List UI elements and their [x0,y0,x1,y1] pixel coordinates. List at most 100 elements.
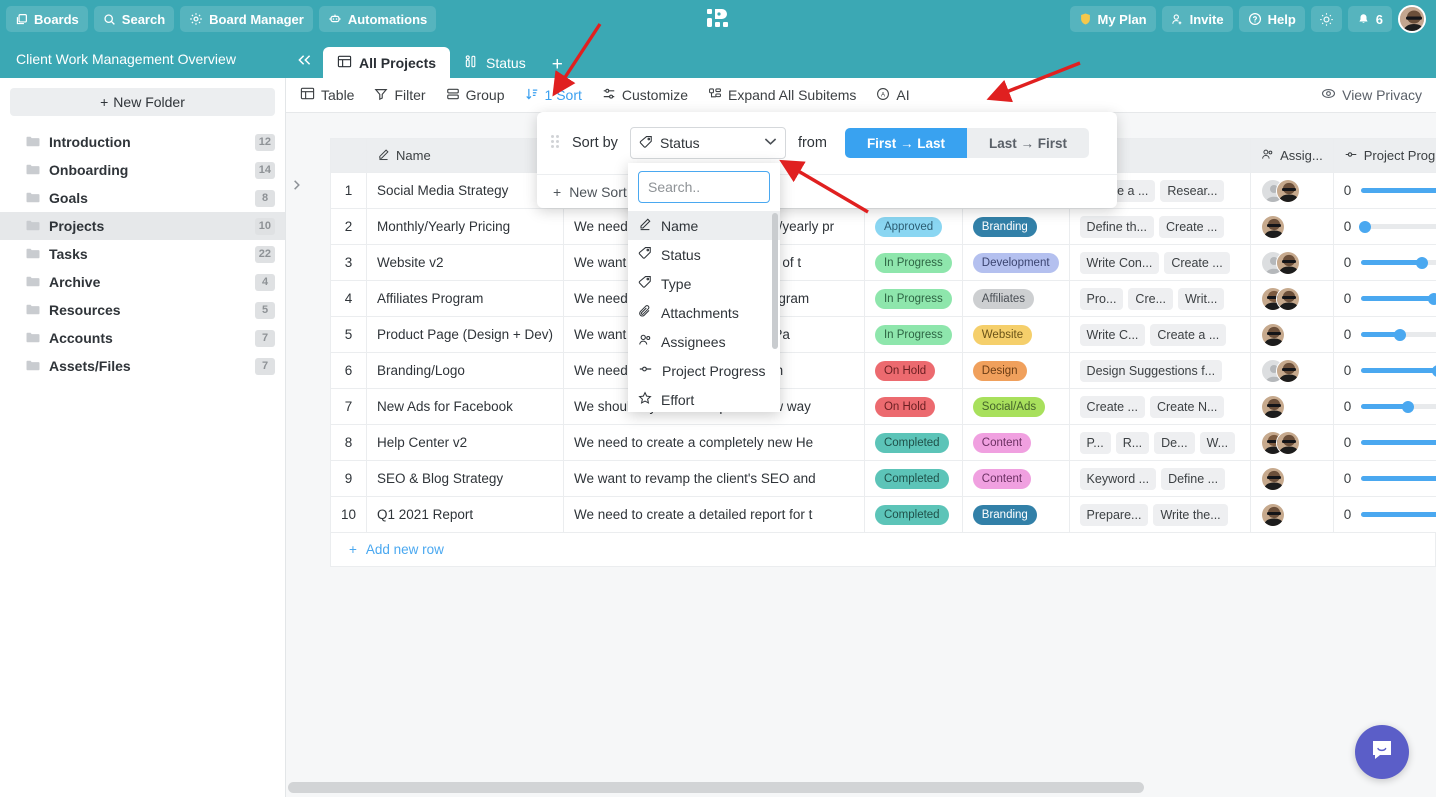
intercom-chat-button[interactable] [1355,725,1409,779]
subitem-chip[interactable]: Create ... [1079,395,1145,418]
subitem-chip[interactable]: R... [1115,431,1150,454]
row-assignees-cell[interactable] [1250,388,1334,425]
tool-customize[interactable]: Customize [602,87,688,104]
row-progress-cell[interactable]: 0 [1333,388,1436,425]
row-attachments-cell[interactable]: Create ... Create N... [1069,388,1252,425]
row-status-cell[interactable]: On Hold [864,352,963,389]
sidebar-item-accounts[interactable]: Accounts 7 [0,324,285,352]
view-privacy-button[interactable]: View Privacy [1321,86,1422,104]
avatar[interactable] [1276,250,1301,275]
progress-knob[interactable] [1358,220,1371,233]
row-status-cell[interactable]: Approved [864,208,963,245]
row-status-cell[interactable]: In Progress [864,244,963,281]
table-row[interactable]: 7 New Ads for Facebook We should try to … [330,388,1436,425]
avatar[interactable] [1276,358,1301,383]
subitem-chip[interactable]: Create N... [1149,395,1225,418]
row-assignees-cell[interactable] [1250,172,1334,209]
row-status-cell[interactable]: In Progress [864,280,963,317]
row-assignees-cell[interactable] [1250,424,1334,461]
column-header-name[interactable]: Name [366,138,564,173]
avatar[interactable] [1276,286,1301,311]
column-header-progress[interactable]: Project Progress [1333,138,1436,173]
row-name[interactable]: Branding/Logo [366,352,564,389]
tab-status[interactable]: Status [450,48,540,78]
row-name[interactable]: Website v2 [366,244,564,281]
sidebar-item-goals[interactable]: Goals 8 [0,184,285,212]
progress-slider[interactable] [1360,400,1436,413]
table-row[interactable]: 10 Q1 2021 Report We need to create a de… [330,496,1436,533]
row-progress-cell[interactable]: 0 [1333,172,1436,209]
progress-slider[interactable] [1360,256,1436,269]
tool-group[interactable]: Group [446,87,505,104]
row-name[interactable]: SEO & Blog Strategy [366,460,564,497]
row-attachments-cell[interactable]: Write Con... Create ... [1069,244,1252,281]
avatar[interactable] [1261,322,1286,347]
table-row[interactable]: 6 Branding/Logo We need to rebrand and c… [330,352,1436,389]
row-type-cell[interactable]: Content [962,424,1070,461]
sidebar-item-projects[interactable]: Projects 10 [0,212,285,240]
subitem-chip[interactable]: Resear... [1160,179,1225,202]
progress-slider[interactable] [1360,328,1436,341]
row-type-cell[interactable]: Branding [962,208,1070,245]
row-progress-cell[interactable]: 0 [1333,352,1436,389]
sidebar-item-tasks[interactable]: Tasks 22 [0,240,285,268]
table-row[interactable]: 9 SEO & Blog Strategy We want to revamp … [330,460,1436,497]
dropdown-item-status[interactable]: Status [628,240,780,269]
field-search-input[interactable]: Search.. [638,171,770,203]
search-button[interactable]: Search [93,6,175,32]
my-plan-button[interactable]: My Plan [1069,6,1156,32]
row-type-cell[interactable]: Website [962,316,1070,353]
row-name[interactable]: Product Page (Design + Dev) [366,316,564,353]
automations-button[interactable]: Automations [318,6,437,32]
subitem-chip[interactable]: Pro... [1079,287,1124,310]
progress-slider[interactable] [1358,220,1436,233]
user-avatar[interactable] [1398,5,1426,33]
sort-direction-last-first[interactable]: Last → First [967,128,1089,158]
avatar[interactable] [1276,178,1301,203]
column-header-assignees[interactable]: Assig... [1250,138,1334,173]
progress-knob[interactable] [1432,364,1436,377]
sidebar-item-onboarding[interactable]: Onboarding 14 [0,156,285,184]
row-type-cell[interactable]: Design [962,352,1070,389]
help-button[interactable]: Help [1238,6,1305,32]
row-name[interactable]: New Ads for Facebook [366,388,564,425]
subitem-chip[interactable]: Keyword ... [1079,467,1157,490]
sidebar-item-archive[interactable]: Archive 4 [0,268,285,296]
dropdown-scrollbar-thumb[interactable] [772,213,778,349]
new-sort-button[interactable]: + New Sort [537,174,1117,208]
row-status-cell[interactable]: Completed [864,460,963,497]
sidebar-item-assets-files[interactable]: Assets/Files 7 [0,352,285,380]
invite-button[interactable]: Invite [1161,6,1233,32]
progress-knob[interactable] [1402,400,1415,413]
row-description[interactable]: We need to create a completely new He [563,424,865,461]
progress-slider[interactable] [1360,188,1436,193]
tool-filter[interactable]: Filter [374,87,426,104]
avatar[interactable] [1261,502,1286,527]
table-row[interactable]: 2 Monthly/Yearly Pricing We need to deci… [330,208,1436,245]
subitem-chip[interactable]: Write C... [1079,323,1146,346]
subitem-chip[interactable]: Prepare... [1079,503,1149,526]
row-type-cell[interactable]: Development [962,244,1070,281]
row-attachments-cell[interactable]: Define th... Create ... [1069,208,1252,245]
avatar[interactable] [1276,430,1301,455]
subitem-chip[interactable]: Cre... [1128,287,1173,310]
row-name[interactable]: Monthly/Yearly Pricing [366,208,564,245]
dropdown-item-effort[interactable]: Effort [628,385,780,409]
row-assignees-cell[interactable] [1250,460,1334,497]
row-attachments-cell[interactable]: Design Suggestions f... [1069,352,1252,389]
row-type-cell[interactable]: Social/Ads [962,388,1070,425]
progress-knob[interactable] [1416,256,1429,269]
tool-ai[interactable]: A AI [876,87,910,104]
progress-knob[interactable] [1394,328,1407,341]
row-name[interactable]: Affiliates Program [366,280,564,317]
sort-direction-first-last[interactable]: First → Last [844,128,967,158]
row-name[interactable]: Help Center v2 [366,424,564,461]
subitem-chip[interactable]: Write Con... [1079,251,1160,274]
row-assignees-cell[interactable] [1250,352,1334,389]
horizontal-scrollbar[interactable] [286,782,1432,793]
row-attachments-cell[interactable]: Pro... Cre... Writ... [1069,280,1252,317]
app-logo[interactable] [703,4,733,34]
row-type-cell[interactable]: Affiliates [962,280,1070,317]
sidebar-item-introduction[interactable]: Introduction 12 [0,128,285,156]
theme-toggle-button[interactable] [1310,6,1342,32]
